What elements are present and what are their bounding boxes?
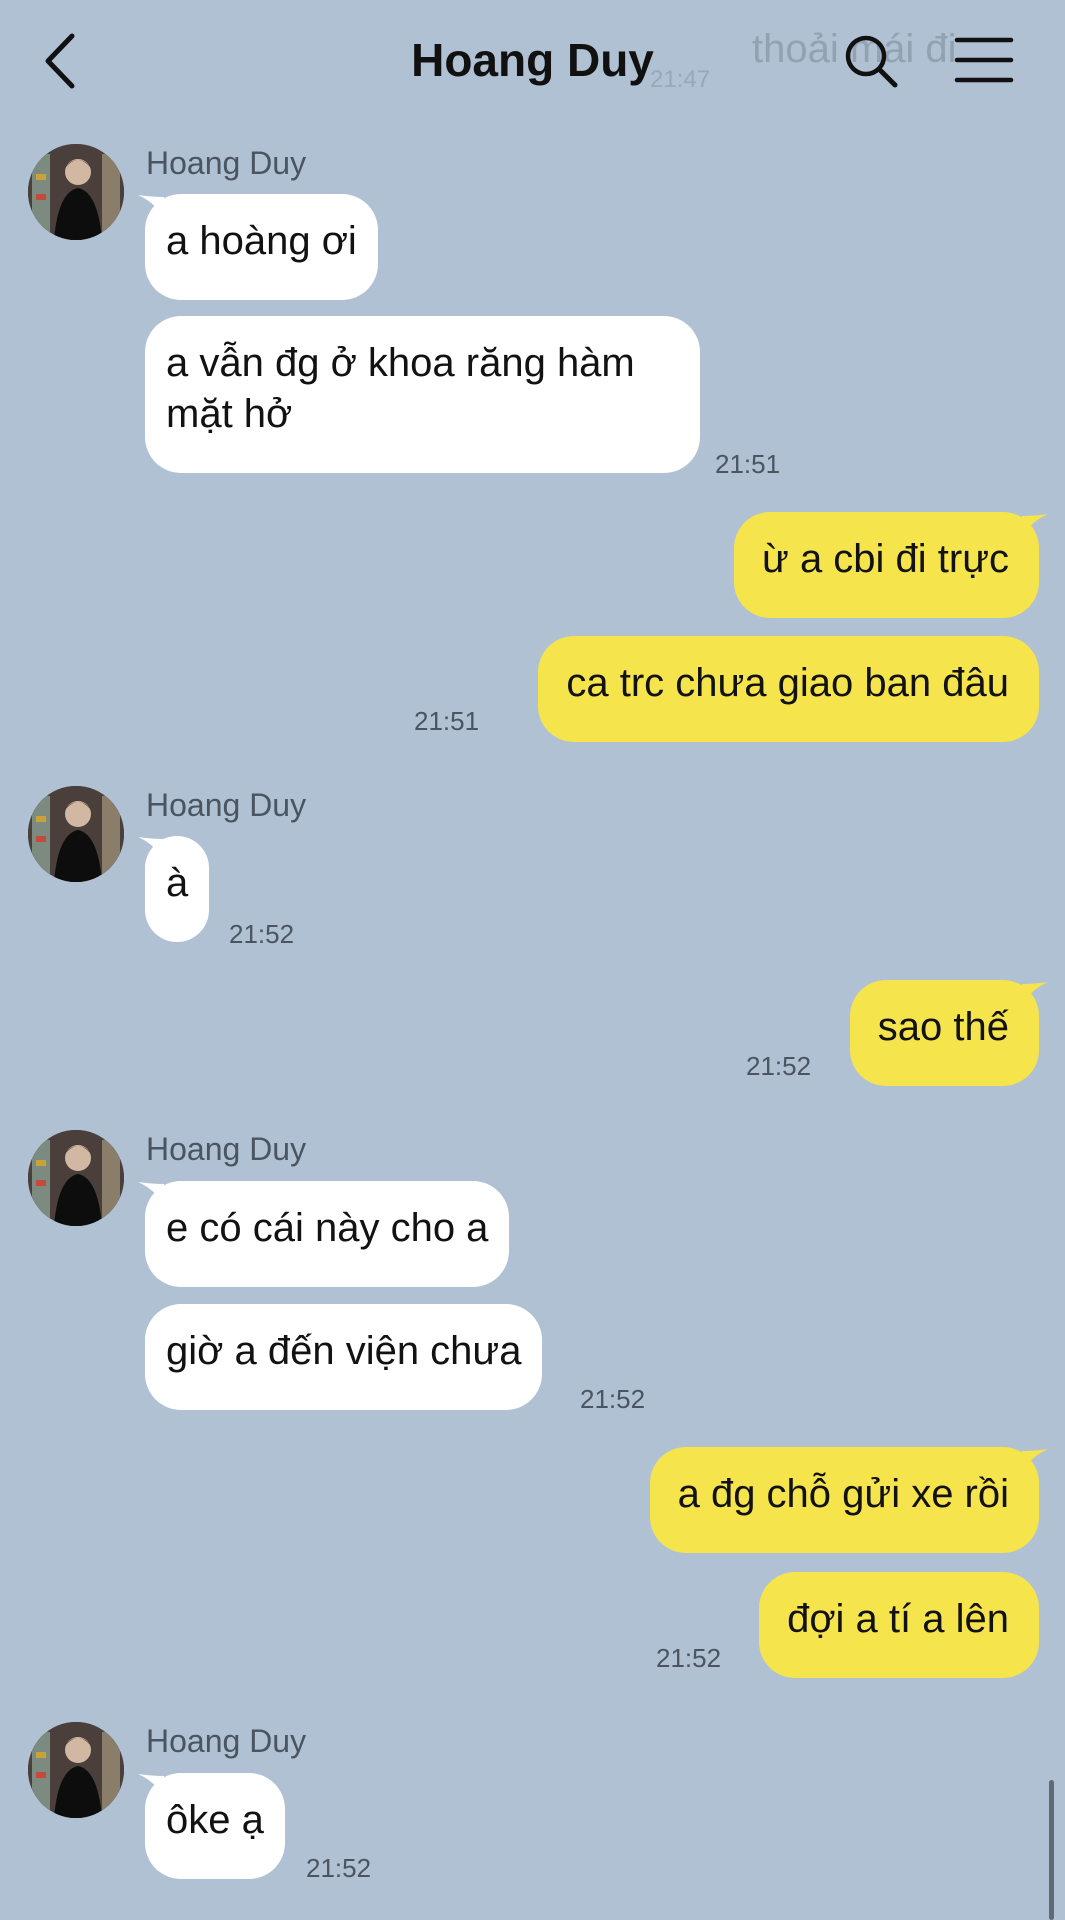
message-bubble[interactable]: sao thế: [849, 980, 1039, 1086]
person-avatar-icon: [28, 144, 124, 240]
message-text: ừ a cbi đi trực: [762, 537, 1009, 581]
message-time: 21:51: [715, 449, 781, 479]
message-time: 21:52: [580, 1384, 646, 1414]
message-time: 21:52: [306, 1853, 372, 1883]
message-time: 21:52: [229, 919, 295, 949]
avatar[interactable]: [28, 144, 124, 240]
message-text: ôke ạ: [166, 1798, 264, 1842]
message-bubble[interactable]: ôke ạ: [145, 1773, 285, 1879]
person-avatar-icon: [28, 1722, 124, 1818]
avatar[interactable]: [28, 1722, 124, 1818]
message-text: a vẫn đg ở khoa răng hàm mặt hở: [166, 341, 635, 436]
message-bubble[interactable]: a hoàng ơi: [145, 194, 378, 300]
search-button[interactable]: [842, 32, 900, 90]
sender-name: Hoang Duy: [146, 787, 307, 823]
message-bubble[interactable]: a vẫn đg ở khoa răng hàm mặt hở: [145, 316, 700, 473]
scrollbar[interactable]: [1049, 1780, 1054, 1920]
avatar[interactable]: [28, 1130, 124, 1226]
message-text: giờ a đến viện chưa: [166, 1329, 522, 1373]
message-bubble[interactable]: đợi a tí a lên: [759, 1572, 1039, 1678]
search-icon: [845, 35, 898, 88]
message-bubble[interactable]: giờ a đến viện chưa: [145, 1304, 543, 1410]
message-bubble[interactable]: à: [145, 836, 210, 942]
message-bubble[interactable]: ca trc chưa giao ban đâu: [538, 636, 1039, 742]
message-bubble[interactable]: ừ a cbi đi trực: [734, 512, 1039, 618]
message-time: 21:52: [746, 1051, 812, 1081]
avatar[interactable]: [28, 786, 124, 882]
chat-title: Hoang Duy: [411, 34, 654, 86]
message-bubble[interactable]: a đg chỗ gửi xe rồi: [649, 1447, 1039, 1553]
chat-header: thoải mái đi 21:47 Hoang Duy: [0, 0, 1065, 122]
menu-button[interactable]: [954, 34, 1014, 86]
message-text: sao thế: [877, 1005, 1009, 1049]
message-time: 21:52: [656, 1643, 722, 1673]
sender-name: Hoang Duy: [146, 1723, 307, 1759]
message-text: a đg chỗ gửi xe rồi: [677, 1472, 1009, 1516]
message-text: ca trc chưa giao ban đâu: [566, 661, 1009, 705]
message-text: a hoàng ơi: [166, 219, 357, 263]
message-time: 21:51: [414, 706, 480, 736]
sender-name: Hoang Duy: [146, 145, 307, 181]
message-text: à: [166, 861, 189, 905]
message-text: e có cái này cho a: [166, 1206, 489, 1250]
message-text: đợi a tí a lên: [787, 1597, 1009, 1641]
person-avatar-icon: [28, 1130, 124, 1226]
sender-name: Hoang Duy: [146, 1131, 307, 1167]
person-avatar-icon: [28, 786, 124, 882]
message-bubble[interactable]: e có cái này cho a: [145, 1181, 510, 1287]
menu-icon: [954, 37, 1014, 83]
